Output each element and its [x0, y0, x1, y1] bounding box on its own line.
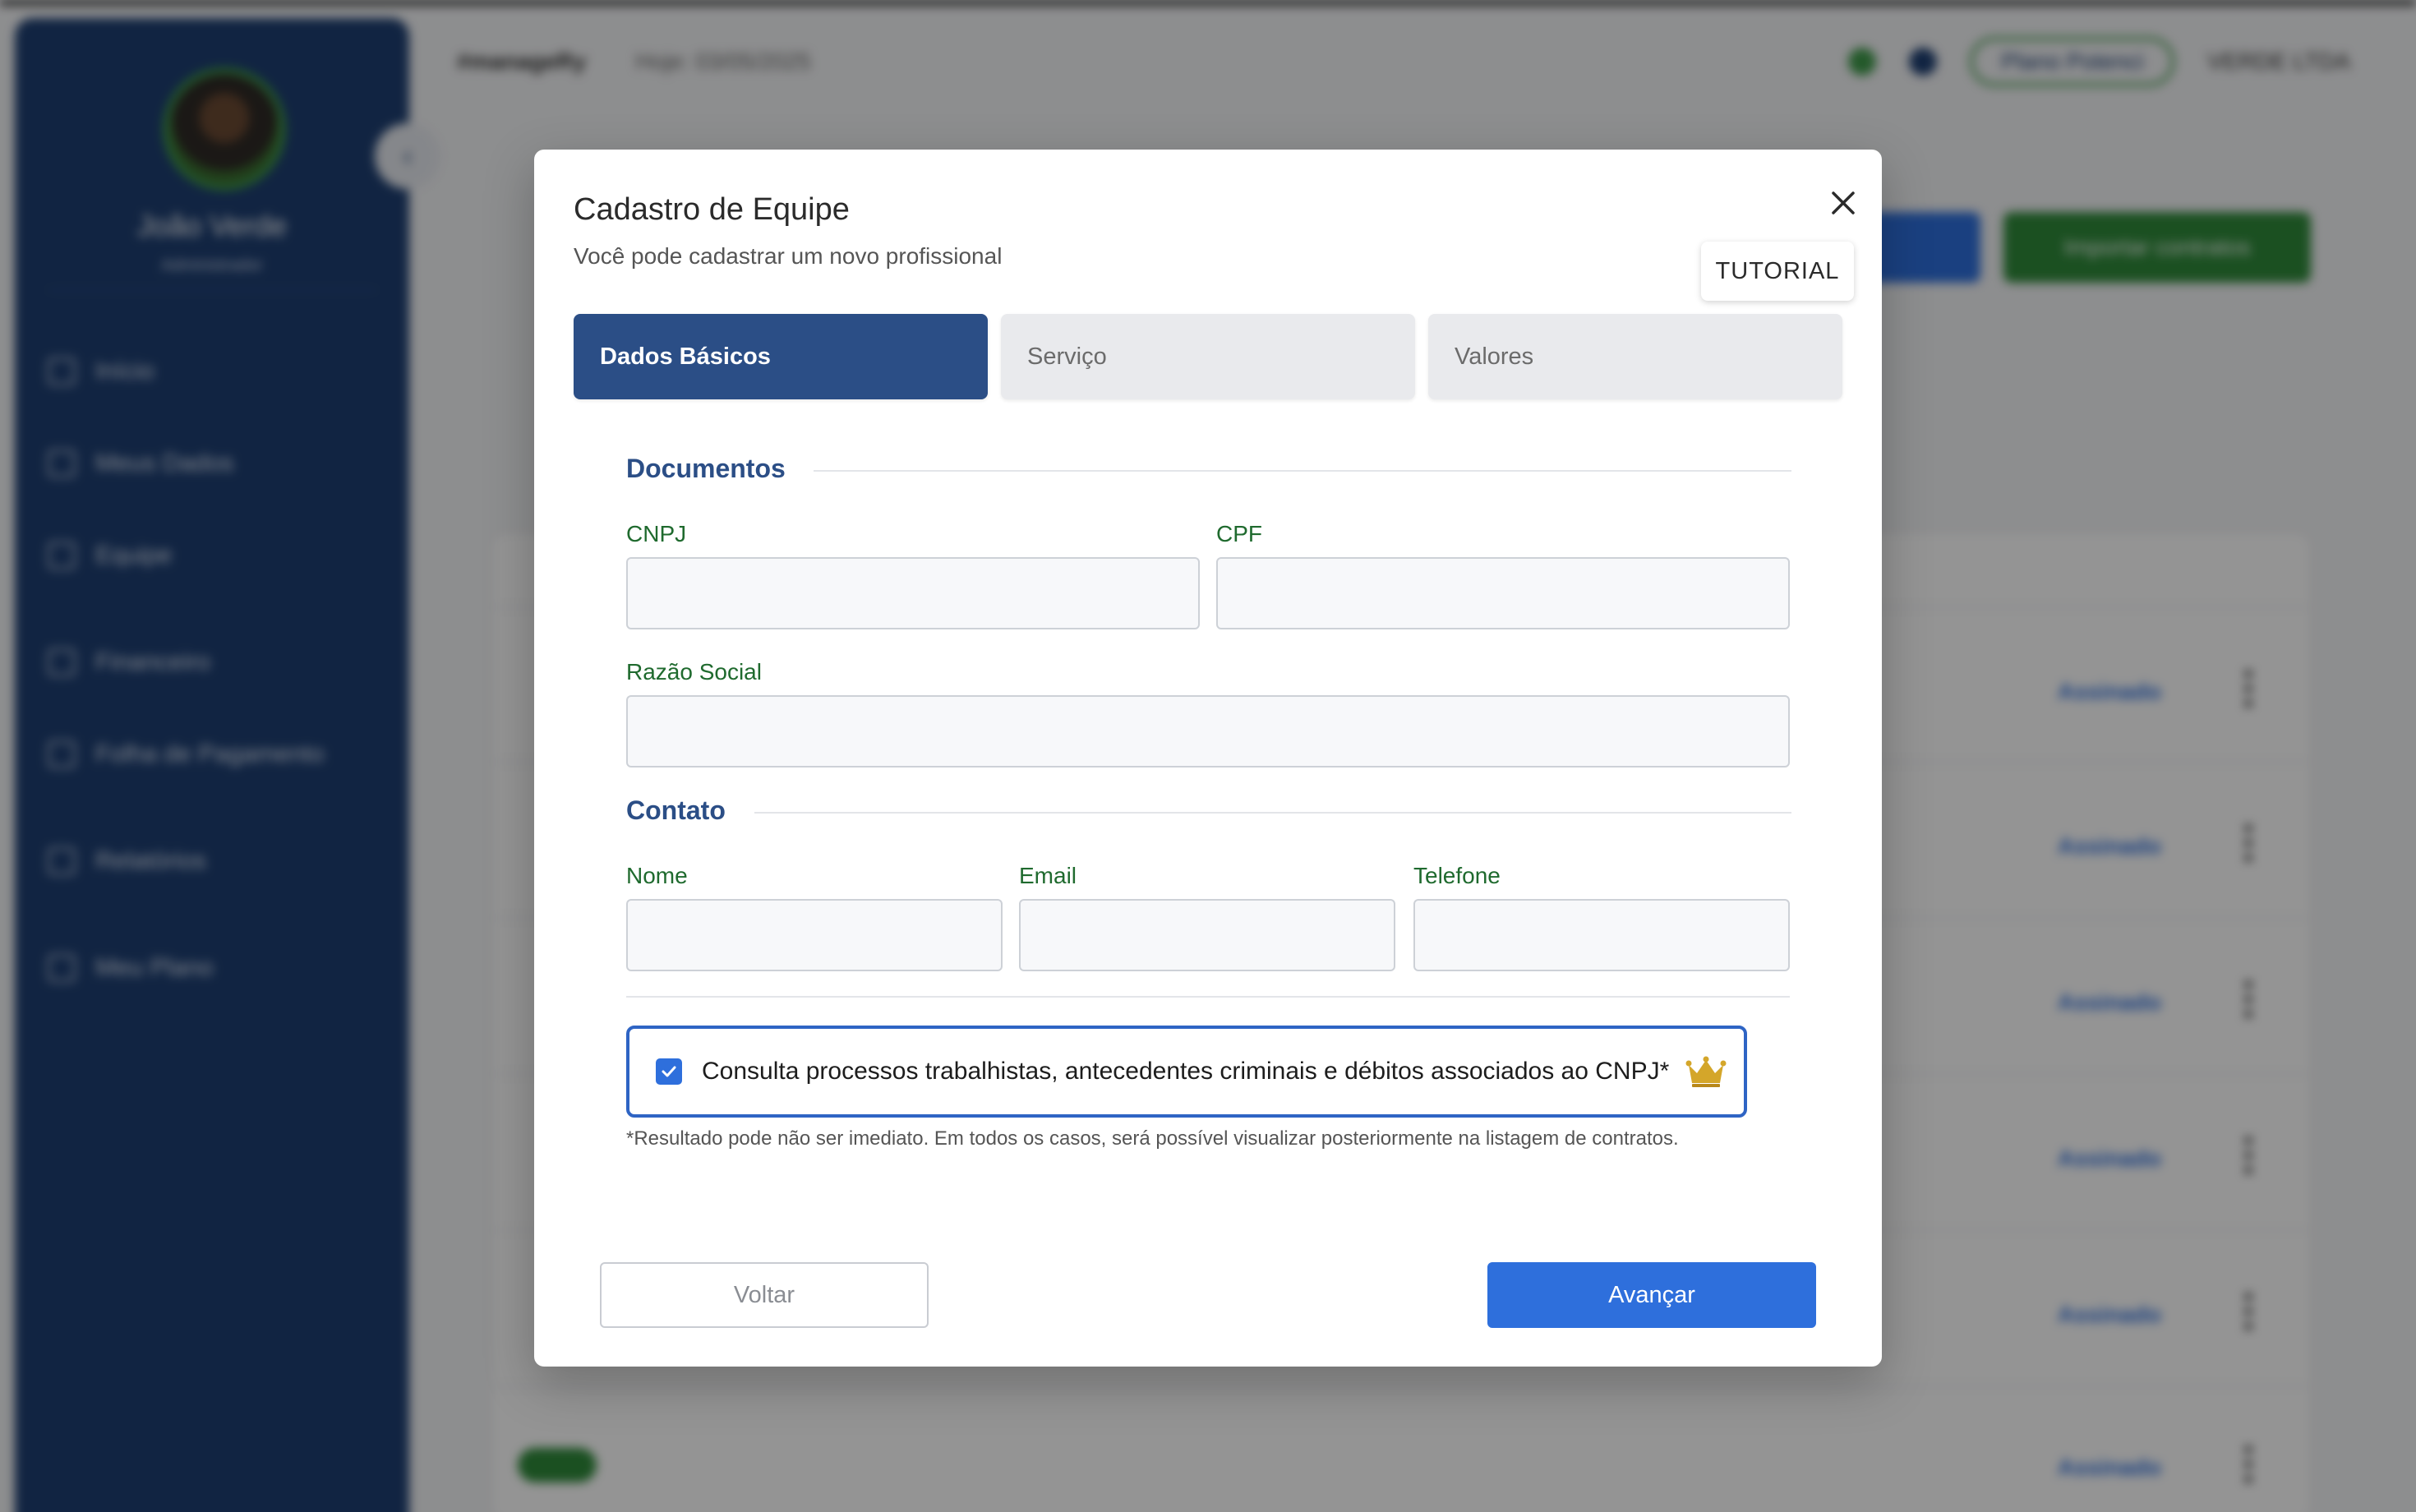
- consent-checkbox[interactable]: [656, 1058, 682, 1085]
- nome-label: Nome: [626, 863, 688, 888]
- section-divider: [814, 470, 1791, 472]
- cpf-label: CPF: [1216, 521, 1262, 546]
- team-registration-modal: Cadastro de Equipe Você pode cadastrar u…: [534, 150, 1882, 1367]
- tab-dados-basicos[interactable]: Dados Básicos: [574, 314, 988, 399]
- tab-servico[interactable]: Serviço: [1001, 314, 1415, 399]
- cnpj-label: CNPJ: [626, 521, 687, 546]
- consent-footnote: *Resultado pode não ser imediato. Em tod…: [626, 1127, 1679, 1150]
- background-check-consent[interactable]: Consulta processos trabalhistas, anteced…: [626, 1026, 1747, 1118]
- check-icon: [662, 1066, 676, 1077]
- modal-subtitle: Você pode cadastrar um novo profissional: [574, 243, 1003, 269]
- crown-icon: [1685, 1056, 1727, 1087]
- close-button[interactable]: [1818, 177, 1869, 228]
- cpf-input[interactable]: [1216, 557, 1790, 629]
- section-divider: [754, 812, 1791, 814]
- next-button[interactable]: Avançar: [1487, 1262, 1816, 1328]
- consent-text: Consulta processos trabalhistas, anteced…: [702, 1058, 1670, 1085]
- modal-title: Cadastro de Equipe: [574, 192, 850, 227]
- nome-input[interactable]: [626, 899, 1003, 971]
- divider: [626, 996, 1790, 998]
- email-label: Email: [1019, 863, 1077, 888]
- tab-valores[interactable]: Valores: [1428, 314, 1842, 399]
- back-button[interactable]: Voltar: [600, 1262, 929, 1328]
- step-tabs: Dados Básicos Serviço Valores: [574, 314, 1842, 399]
- tutorial-button[interactable]: TUTORIAL: [1701, 242, 1854, 301]
- close-icon: [1832, 191, 1855, 214]
- email-input[interactable]: [1019, 899, 1395, 971]
- section-title-contato: Contato: [626, 795, 726, 825]
- section-title-documentos: Documentos: [626, 454, 786, 483]
- telefone-label: Telefone: [1413, 863, 1501, 888]
- razao-social-input[interactable]: [626, 695, 1790, 768]
- telefone-input[interactable]: [1413, 899, 1790, 971]
- razao-social-label: Razão Social: [626, 659, 762, 685]
- cnpj-input[interactable]: [626, 557, 1200, 629]
